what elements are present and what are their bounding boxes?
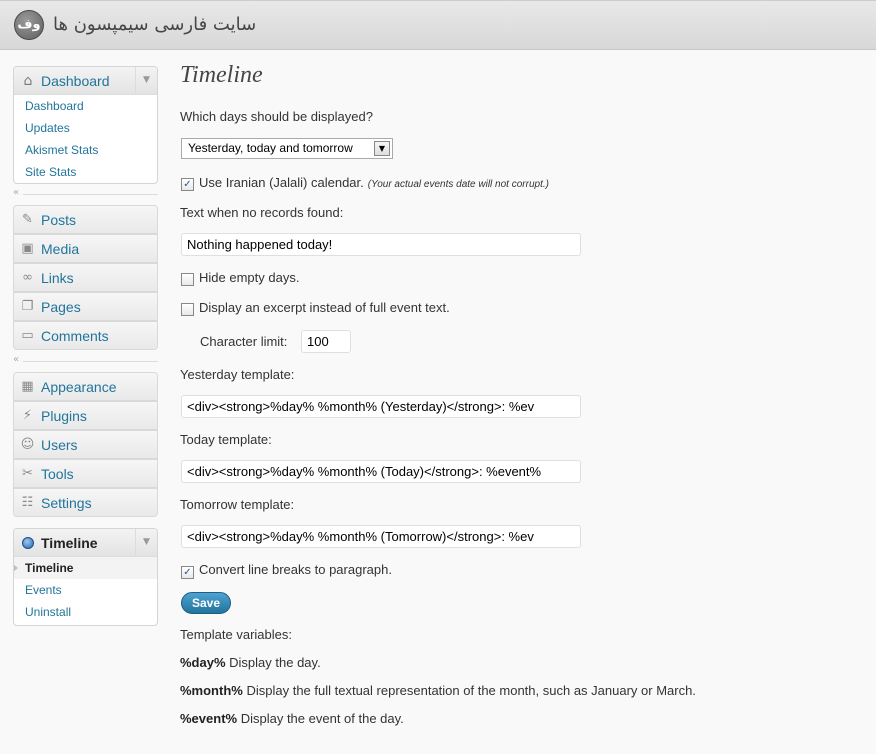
home-icon: ⌂	[23, 73, 33, 89]
site-title[interactable]: سایت فارسی سیمپسون ها	[53, 14, 256, 35]
variable-description: Display the full textual representation …	[246, 683, 696, 698]
plugin-icon: ⚡	[22, 408, 33, 423]
submenu-timeline[interactable]: Timeline	[14, 557, 157, 579]
menu-timeline-label: Timeline	[41, 535, 98, 551]
menu-separator[interactable]: «	[13, 354, 158, 365]
comment-icon: ▭	[21, 328, 34, 343]
submenu-site-stats[interactable]: Site Stats	[14, 161, 157, 183]
variable-month: %month% Display the full textual represe…	[180, 683, 696, 698]
yesterday-template-label: Yesterday template:	[180, 367, 295, 382]
days-select[interactable]: Yesterday, today and tomorrow ▼	[181, 138, 393, 159]
menu-media-label: Media	[41, 241, 80, 257]
admin-header: وف سایت فارسی سیمپسون ها	[0, 0, 876, 50]
menu-media[interactable]: ▣ Media	[13, 234, 158, 263]
tools-icon: ✂	[22, 466, 33, 481]
timeline-icon	[22, 537, 34, 549]
variable-name: %event%	[180, 711, 238, 726]
dropdown-arrow-icon[interactable]: ▼	[374, 141, 390, 156]
menu-users[interactable]: ☺ Users	[13, 430, 158, 459]
menu-users-label: Users	[41, 437, 78, 453]
users-icon: ☺	[20, 437, 35, 452]
media-icon: ▣	[21, 241, 34, 256]
menu-dashboard[interactable]: ⌂ Dashboard ▼	[14, 67, 157, 95]
appearance-icon: ▦	[21, 379, 34, 394]
pages-icon: ❐	[21, 299, 34, 314]
char-limit-input[interactable]: 100	[301, 330, 351, 353]
menu-plugins-label: Plugins	[41, 408, 87, 424]
menu-timeline[interactable]: Timeline ▼	[14, 529, 157, 557]
site-logo[interactable]: وف	[14, 10, 44, 40]
menu-pages-label: Pages	[41, 299, 81, 315]
jalali-checkbox[interactable]: ✓	[181, 178, 194, 191]
collapse-arrow-icon[interactable]: «	[13, 354, 19, 365]
today-template-label: Today template:	[180, 432, 272, 447]
no-records-input[interactable]: Nothing happened today!	[181, 233, 581, 256]
variable-event: %event% Display the event of the day.	[180, 711, 404, 726]
collapse-arrow-icon[interactable]: «	[13, 187, 19, 198]
dashboard-menu: ⌂ Dashboard ▼ Dashboard Updates Akismet …	[13, 66, 158, 184]
hide-empty-checkbox[interactable]	[181, 273, 194, 286]
jalali-note: (Your actual events date will not corrup…	[367, 179, 549, 190]
variable-name: %day%	[180, 655, 226, 670]
linebreaks-checkbox[interactable]: ✓	[181, 566, 194, 579]
jalali-label-text: Use Iranian (Jalali) calendar.	[199, 175, 364, 190]
days-question-label: Which days should be displayed?	[180, 109, 373, 124]
variable-description: Display the event of the day.	[240, 711, 404, 726]
settings-icon: ☷	[21, 495, 34, 510]
save-button[interactable]: Save	[181, 592, 231, 614]
menu-comments-label: Comments	[41, 328, 109, 344]
chevron-down-icon[interactable]: ▼	[135, 529, 157, 556]
timeline-menu: Timeline ▼ Timeline Events Uninstall	[13, 528, 158, 626]
menu-comments[interactable]: ▭ Comments	[13, 321, 158, 350]
variable-description: Display the day.	[229, 655, 321, 670]
submenu-updates[interactable]: Updates	[14, 117, 157, 139]
chevron-down-icon[interactable]: ▼	[135, 67, 157, 94]
tomorrow-template-label: Tomorrow template:	[180, 497, 295, 512]
submenu-dashboard[interactable]: Dashboard	[14, 95, 157, 117]
submenu-akismet-stats[interactable]: Akismet Stats	[14, 139, 157, 161]
pin-icon: ✎	[22, 212, 33, 227]
menu-posts[interactable]: ✎ Posts	[13, 205, 158, 234]
template-variables-title: Template variables:	[180, 627, 292, 642]
menu-tools[interactable]: ✂ Tools	[13, 459, 158, 488]
linebreaks-label[interactable]: Convert line breaks to paragraph.	[199, 562, 392, 577]
submenu-events[interactable]: Events	[14, 579, 157, 601]
hide-empty-label[interactable]: Hide empty days.	[199, 270, 299, 285]
menu-appearance-label: Appearance	[41, 379, 117, 395]
variable-day: %day% Display the day.	[180, 655, 321, 670]
menu-separator[interactable]: «	[13, 187, 158, 198]
menu-links-label: Links	[41, 270, 74, 286]
excerpt-label[interactable]: Display an excerpt instead of full event…	[199, 300, 450, 315]
jalali-label[interactable]: Use Iranian (Jalali) calendar. (Your actu…	[199, 175, 549, 190]
menu-pages[interactable]: ❐ Pages	[13, 292, 158, 321]
variable-name: %month%	[180, 683, 243, 698]
link-icon: ∞	[22, 270, 33, 285]
today-template-input[interactable]: <div><strong>%day% %month% (Today)</stro…	[181, 460, 581, 483]
page-title: Timeline	[180, 62, 263, 88]
menu-plugins[interactable]: ⚡ Plugins	[13, 401, 158, 430]
menu-dashboard-label: Dashboard	[41, 73, 110, 89]
submenu-uninstall[interactable]: Uninstall	[14, 601, 157, 623]
menu-posts-label: Posts	[41, 212, 77, 228]
menu-settings-label: Settings	[41, 495, 92, 511]
no-records-label: Text when no records found:	[180, 205, 344, 220]
menu-links[interactable]: ∞ Links	[13, 263, 158, 292]
menu-settings[interactable]: ☷ Settings	[13, 488, 158, 517]
yesterday-template-input[interactable]: <div><strong>%day% %month% (Yesterday)</…	[181, 395, 581, 418]
excerpt-checkbox[interactable]	[181, 303, 194, 316]
menu-appearance[interactable]: ▦ Appearance	[13, 372, 158, 401]
tomorrow-template-input[interactable]: <div><strong>%day% %month% (Tomorrow)</s…	[181, 525, 581, 548]
char-limit-label: Character limit:	[200, 334, 288, 349]
days-select-value: Yesterday, today and tomorrow	[188, 141, 353, 155]
menu-tools-label: Tools	[41, 466, 74, 482]
